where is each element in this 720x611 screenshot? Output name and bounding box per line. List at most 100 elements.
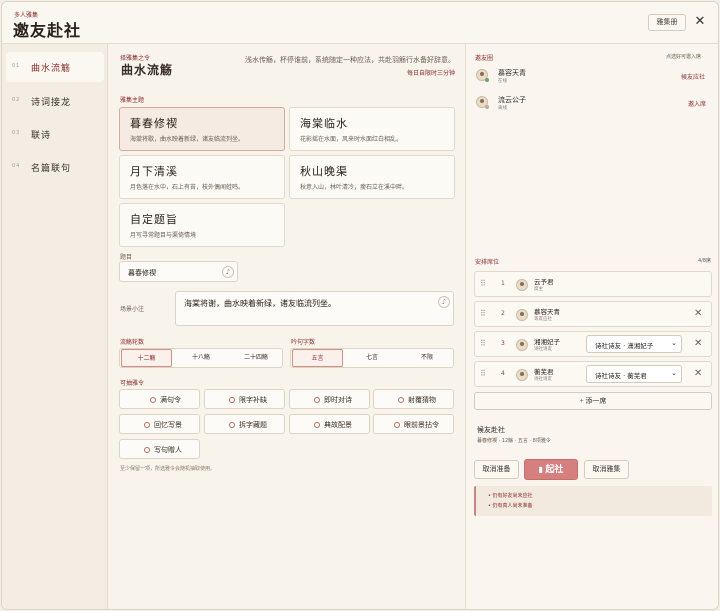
drag-handle-icon[interactable]: ⠿ bbox=[480, 279, 486, 288]
order-checkbox[interactable]: 回忆写景 bbox=[119, 414, 200, 434]
rounds-option[interactable]: 十八觞 bbox=[175, 349, 227, 367]
order-checkbox[interactable]: 拆字藏题 bbox=[204, 414, 285, 434]
drag-handle-icon[interactable]: ⠿ bbox=[480, 309, 486, 318]
theme-card-desc: 花影摇在水面，风来时水面红白相乱。 bbox=[300, 137, 403, 143]
theme-card[interactable]: 月下清溪 月色落在水中，石上有苔，枝外偶闻蛙鸣。 bbox=[119, 155, 285, 199]
seat-name: 湘湘妃子 bbox=[534, 339, 560, 346]
seat-member-select[interactable]: 诗社诗友 · 潇湘妃子 ⌄ bbox=[586, 335, 682, 353]
scene-textarea[interactable]: 海棠将谢，曲水映着新绿，诸友临流列坐。 ♪ bbox=[175, 291, 454, 326]
rounds-option[interactable]: 十二觞 bbox=[121, 349, 172, 367]
sidebar-item-label: 诗词接龙 bbox=[31, 97, 72, 107]
sidebar-item-jielong[interactable]: 02 诗词接龙 bbox=[6, 86, 104, 116]
microphone-icon[interactable]: ♪ bbox=[222, 266, 234, 278]
checkbox-icon bbox=[314, 422, 320, 428]
scene-textarea-value: 海棠将谢，曲水映着新绿，诸友临流列坐。 bbox=[184, 299, 336, 308]
warning-text: 仍有好友尚未应社 bbox=[492, 493, 533, 499]
order-label: 写句贈人 bbox=[154, 446, 182, 454]
mode-title: 曲水流觞 bbox=[121, 63, 174, 77]
theme-card-desc: 月写寻常题目与渠倚情境 bbox=[130, 233, 197, 239]
theme-section-label: 雅集主题 bbox=[120, 97, 145, 104]
order-label: 拆字藏题 bbox=[239, 421, 267, 429]
title-input-value: 暮春修禊 bbox=[128, 269, 156, 277]
disband-button[interactable]: 取消雅集 bbox=[584, 460, 629, 479]
friend-action-button[interactable]: 候友应社 bbox=[681, 72, 705, 81]
checkbox-icon bbox=[229, 397, 235, 403]
remove-seat-icon[interactable]: ✕ bbox=[694, 368, 702, 379]
title-field-label: 题目 bbox=[120, 254, 133, 261]
theme-card-title: 秋山晚渠 bbox=[300, 166, 348, 178]
room-panel: 邀友圈 点选好可邀入席 慕容天青 在线 候友应社 流云公子 离线 邀入席 安排席… bbox=[465, 44, 718, 609]
theme-card-title: 自定题旨 bbox=[130, 214, 178, 226]
seat-name: 蘅芜君 bbox=[534, 369, 554, 376]
rounds-option[interactable]: 二十四觞 bbox=[230, 349, 282, 367]
microphone-icon[interactable]: ♪ bbox=[438, 296, 450, 308]
warning-item: • 仍有好友尚未应社 bbox=[488, 493, 533, 499]
checkbox-icon bbox=[229, 422, 235, 428]
window-header: 多人雅集 邀友赴社 雅集册 ✕ bbox=[2, 2, 718, 44]
checkbox-icon bbox=[144, 447, 150, 453]
seat-role: 等友应社 bbox=[534, 317, 552, 322]
seat-row: ⠿ 1 云予君 席主 bbox=[474, 271, 712, 297]
order-checkbox[interactable]: 写句贈人 bbox=[119, 439, 200, 459]
seat-role: 诗社诗友 bbox=[534, 377, 552, 382]
order-label: 回忆写景 bbox=[154, 421, 182, 429]
mode-time-limit: 每日自限时三分钟 bbox=[406, 70, 455, 77]
order-checkbox[interactable]: 即时对诗 bbox=[289, 389, 370, 409]
seats-count: 4/8席 bbox=[698, 258, 712, 264]
history-button[interactable]: 雅集册 bbox=[648, 14, 686, 31]
warning-box: • 仍有好友尚未应社 • 仍有真人尚未准备 bbox=[474, 486, 712, 516]
sidebar-item-label: 联诗 bbox=[31, 130, 52, 140]
seat-row: ⠿ 2 慕容天青 等友应社 ✕ bbox=[474, 301, 712, 327]
theme-card[interactable]: 海棠临水 花影摇在水面，风来时水面红白相乱。 bbox=[289, 107, 455, 151]
theme-card[interactable]: 秋山晚渠 秋意入山，林叶清冷，瘦石立在溪中畔。 bbox=[289, 155, 455, 199]
order-checkbox[interactable]: 眼前景拈令 bbox=[373, 414, 454, 434]
theme-card-title: 月下清溪 bbox=[130, 166, 178, 178]
offline-status-dot bbox=[485, 105, 489, 109]
theme-card[interactable]: 自定题旨 月写寻常题目与渠倚情境 bbox=[119, 203, 285, 247]
seat-name: 云予君 bbox=[534, 279, 554, 286]
order-checkbox[interactable]: 限字补缺 bbox=[204, 389, 285, 409]
seat-role: 诗社诗友 bbox=[534, 347, 552, 352]
order-label: 射覆猜物 bbox=[408, 396, 436, 404]
order-checkbox[interactable]: 射覆猜物 bbox=[373, 389, 454, 409]
seat-member-select[interactable]: 诗社诗友 · 蘅芜君 ⌄ bbox=[586, 365, 682, 383]
checkbox-icon bbox=[394, 422, 400, 428]
avatar bbox=[516, 279, 528, 291]
order-label: 典故配景 bbox=[324, 421, 352, 429]
theme-card[interactable]: 暮春修禊 海棠将歇，曲水映着新绿，诸友临流列坐。 bbox=[119, 107, 285, 151]
theme-card-title: 暮春修禊 bbox=[130, 118, 178, 130]
drag-handle-icon[interactable]: ⠿ bbox=[480, 339, 486, 348]
add-seat-button[interactable]: + 添一席 bbox=[474, 392, 712, 410]
chars-option[interactable]: 不限 bbox=[401, 349, 453, 367]
seat-number: 3 bbox=[501, 340, 505, 347]
cancel-ready-button[interactable]: 取消准备 bbox=[474, 460, 519, 479]
sidebar-item-lianshi[interactable]: 03 联诗 bbox=[6, 119, 104, 149]
drag-handle-icon[interactable]: ⠿ bbox=[480, 369, 486, 378]
chars-option[interactable]: 七言 bbox=[346, 349, 398, 367]
chars-option[interactable]: 五言 bbox=[292, 349, 343, 367]
checkbox-icon bbox=[398, 397, 404, 403]
orders-hint: 至少保留一项，所选雅令会随机抽取使用。 bbox=[120, 466, 216, 472]
friend-status: 离线 bbox=[498, 106, 507, 111]
seat-name: 慕容天青 bbox=[534, 309, 560, 316]
sidebar-item-label: 名篇联句 bbox=[31, 163, 72, 173]
invite-button[interactable]: 邀入席 bbox=[688, 99, 706, 108]
order-label: 限字补缺 bbox=[239, 396, 267, 404]
sidebar-item-qushui[interactable]: 01 曲水流觞 bbox=[6, 52, 104, 82]
orders-label: 可抽雅令 bbox=[120, 380, 145, 387]
seat-row: ⠿ 4 蘅芜君 诗社诗友 诗社诗友 · 蘅芜君 ⌄ ✕ bbox=[474, 361, 712, 387]
remove-seat-icon[interactable]: ✕ bbox=[694, 308, 702, 319]
theme-card-desc: 海棠将歇，曲水映着新绿，诸友临流列坐。 bbox=[130, 137, 245, 143]
close-icon[interactable]: ✕ bbox=[692, 14, 708, 30]
sidebar-item-mingpian[interactable]: 04 名篇联句 bbox=[6, 152, 104, 182]
title-input[interactable]: 暮春修禊 ♪ bbox=[119, 261, 238, 282]
order-checkbox[interactable]: 典故配景 bbox=[289, 414, 370, 434]
rounds-selector: 十二觞 十八觞 二十四觞 bbox=[119, 348, 283, 368]
start-button[interactable]: ▮ 起社 bbox=[524, 459, 578, 480]
summary-detail: 暮春修禊 · 12觞 · 五言 · 8项雅令 bbox=[477, 438, 551, 444]
invite-window: 多人雅集 邀友赴社 雅集册 ✕ 01 曲水流觞 02 诗词接龙 03 联诗 04… bbox=[1, 1, 719, 610]
chevron-down-icon: ⌄ bbox=[671, 339, 677, 347]
remove-seat-icon[interactable]: ✕ bbox=[694, 338, 702, 349]
sidebar-item-label: 曲水流觞 bbox=[31, 63, 72, 73]
order-checkbox[interactable]: 满句令 bbox=[119, 389, 200, 409]
